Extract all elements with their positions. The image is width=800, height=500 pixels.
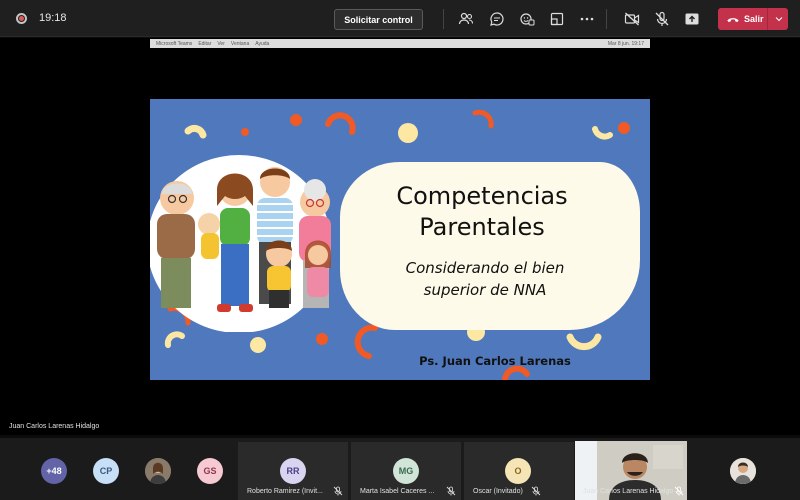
mic-off-icon (333, 486, 343, 496)
avatar: MG (393, 458, 419, 484)
presenter-name-tag: Juan Carlos Larenas Hidalgo (9, 423, 100, 430)
participant-name: Oscar (Invitado) (473, 488, 523, 495)
mic-off-icon (446, 486, 456, 496)
meeting-toolbar: 19:18 Solicitar control Salir (0, 0, 800, 37)
person-photo-icon (145, 458, 171, 484)
slide-title: Competencias Parentales (342, 181, 622, 243)
slide-title-line: Parentales (419, 213, 545, 241)
mic-off-icon[interactable] (652, 9, 672, 29)
shared-screen: Microsoft Teams Editar Ver Ventana Ayuda… (0, 38, 800, 435)
share-icon[interactable] (682, 9, 702, 29)
meeting-timer: 19:18 (39, 12, 67, 24)
participant-name: Juan Carlos Larenas Hidalgo (583, 488, 674, 495)
avatar[interactable] (145, 458, 171, 484)
slide-subtitle: Considerando el bien superior de NNA (350, 257, 620, 301)
hangup-icon (726, 12, 740, 26)
more-icon[interactable] (577, 9, 597, 29)
person-photo-icon (730, 458, 756, 484)
chevron-down-icon[interactable] (772, 12, 786, 26)
menubar-item: Ventana (230, 40, 250, 47)
avatar[interactable]: CP (93, 458, 119, 484)
slide-subtitle-line: superior de NNA (423, 281, 547, 299)
mic-off-icon (674, 486, 684, 496)
shared-menubar: Microsoft Teams Editar Ver Ventana Ayuda… (150, 39, 650, 48)
menubar-item: Editar (198, 40, 212, 47)
rooms-icon[interactable] (547, 9, 567, 29)
toolbar-divider (606, 9, 607, 29)
family-illustration (150, 155, 331, 332)
chat-icon[interactable] (487, 9, 507, 29)
toolbar-divider (443, 9, 444, 29)
slide-title-line: Competencias (396, 182, 568, 210)
avatar: RR (280, 458, 306, 484)
avatar[interactable]: GS (197, 458, 223, 484)
avatar: O (505, 458, 531, 484)
menubar-item: Microsoft Teams (156, 40, 193, 47)
slide-author: Ps. Juan Carlos Larenas (419, 354, 571, 368)
participant-name: Marta Isabel Caceres ... (360, 488, 435, 495)
menubar-item: Ver (217, 40, 225, 47)
overflow-participants-button[interactable]: +48 (41, 458, 67, 484)
menubar-clock: Mar 8 jun. 19:17 (607, 40, 644, 47)
leave-divider (767, 8, 768, 30)
presenter-video-tile[interactable]: Juan Carlos Larenas Hidalgo (575, 441, 687, 500)
reactions-icon[interactable] (517, 9, 537, 29)
mic-off-icon (531, 486, 541, 496)
slide-subtitle-line: Considerando el bien (405, 259, 565, 277)
presentation-slide: Competencias Parentales Considerando el … (150, 99, 650, 380)
self-avatar[interactable] (730, 458, 756, 484)
camera-off-icon[interactable] (622, 9, 642, 29)
participant-name: Roberto Ramirez (Invit... (247, 488, 323, 495)
recording-icon (16, 13, 27, 24)
request-control-button[interactable]: Solicitar control (334, 9, 423, 30)
people-icon[interactable] (456, 9, 476, 29)
menubar-item: Ayuda (255, 40, 270, 47)
leave-button[interactable]: Salir (718, 8, 788, 30)
leave-label: Salir (744, 14, 764, 24)
